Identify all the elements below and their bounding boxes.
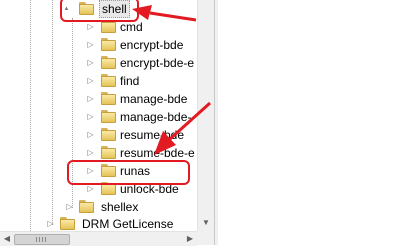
folder-icon (101, 110, 116, 123)
values-pane (218, 0, 417, 245)
tree-item-label: DRM GetLicense (82, 217, 174, 231)
tree-item-label: manage-bde- (120, 110, 192, 124)
tree-item-label: encrypt-bde-e (120, 56, 195, 70)
tree-item-label: encrypt-bde (120, 38, 184, 52)
scroll-down-icon[interactable]: ▼ (198, 215, 214, 231)
expand-arrow-icon[interactable]: ▷ (86, 90, 95, 108)
tree-guide (30, 0, 31, 231)
expand-arrow-icon[interactable]: ▷ (86, 126, 95, 144)
tree-item-label: find (120, 74, 140, 88)
vertical-scrollbar[interactable]: ▼ (197, 0, 214, 231)
scrollbar-thumb[interactable] (14, 234, 70, 245)
scrollbar-corner (197, 231, 214, 245)
expand-arrow-icon[interactable]: ▷ (46, 215, 55, 231)
folder-icon (101, 74, 116, 87)
folder-icon (101, 56, 116, 69)
expand-arrow-icon[interactable]: ▷ (86, 36, 95, 54)
expand-arrow-icon[interactable]: ▷ (65, 198, 74, 216)
expand-arrow-icon[interactable]: ▷ (86, 108, 95, 126)
folder-icon (60, 217, 75, 230)
tree-item-label: manage-bde (120, 92, 188, 106)
horizontal-scrollbar[interactable]: ◀ ▶ (0, 231, 197, 246)
folder-icon (101, 146, 116, 159)
grip-icon (36, 237, 47, 242)
registry-tree-pane: ▲ shell ▷ cmd ▷ encrypt-bde ▷ encrypt-bd… (0, 0, 197, 231)
folder-icon (79, 200, 94, 213)
highlight-box-runas (67, 160, 190, 185)
tree-item-label: resume-bde (120, 128, 185, 142)
expand-arrow-icon[interactable]: ▷ (86, 72, 95, 90)
tree-guide (52, 0, 53, 225)
folder-icon (101, 92, 116, 105)
folder-icon (101, 38, 116, 51)
scroll-left-icon[interactable]: ◀ (0, 232, 14, 246)
expand-arrow-icon[interactable]: ▷ (86, 54, 95, 72)
highlight-box-shell (60, 0, 139, 22)
tree-item-label: shellex (101, 200, 139, 214)
scroll-right-icon[interactable]: ▶ (183, 232, 197, 246)
folder-icon (101, 128, 116, 141)
